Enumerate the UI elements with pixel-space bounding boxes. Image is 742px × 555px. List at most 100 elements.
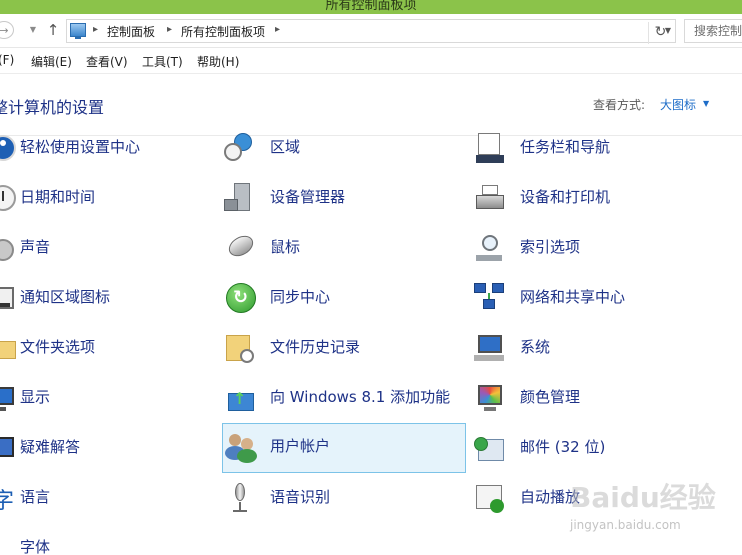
item-region[interactable]: 区域	[222, 125, 466, 173]
item-label: 设备和打印机	[520, 188, 611, 206]
item-speech-recognition[interactable]: 语音识别	[222, 475, 466, 523]
back-arrow-icon[interactable]: →	[0, 21, 14, 39]
sync-center-icon: ↻	[224, 283, 256, 315]
item-devices-printers[interactable]: 设备和打印机	[472, 175, 742, 223]
item-color-management[interactable]: 颜色管理	[472, 375, 742, 423]
menu-bar: (F) 编辑(E) 查看(V) 工具(T) 帮助(H)	[0, 48, 742, 74]
file-history-icon	[224, 333, 256, 365]
mail-icon	[474, 433, 506, 465]
up-arrow-icon[interactable]: ↑	[44, 21, 62, 39]
title-bar: 所有控制面板项	[0, 0, 742, 14]
item-label: 索引选项	[520, 238, 581, 256]
item-fonts[interactable]: 字体	[0, 525, 216, 555]
item-add-features[interactable]: ↑ 向 Windows 8.1 添加功能	[222, 375, 466, 423]
item-network-sharing[interactable]: 网络和共享中心	[472, 275, 742, 323]
breadcrumb-separator-icon[interactable]: ▸	[275, 24, 280, 35]
breadcrumb-separator-icon[interactable]: ▸	[167, 24, 172, 35]
indexing-icon	[474, 233, 506, 265]
autoplay-icon	[474, 483, 506, 515]
fonts-icon	[0, 533, 20, 555]
item-mail[interactable]: 邮件 (32 位)	[472, 425, 742, 473]
item-sync-center[interactable]: ↻ 同步中心	[222, 275, 466, 323]
item-display[interactable]: 显示	[0, 375, 216, 423]
item-user-accounts[interactable]: 用户帐户	[222, 423, 466, 473]
item-label: 字体	[20, 538, 51, 555]
item-label: 文件历史记录	[270, 338, 361, 356]
device-manager-icon	[224, 183, 256, 215]
page-title: 整计算机的设置	[0, 98, 105, 117]
item-system[interactable]: 系统	[472, 325, 742, 373]
item-mouse[interactable]: 鼠标	[222, 225, 466, 273]
item-label: 系统	[520, 338, 551, 356]
item-date-time[interactable]: 日期和时间	[0, 175, 216, 223]
item-label: 声音	[20, 238, 51, 256]
item-label: 设备管理器	[270, 188, 346, 206]
item-indexing-options[interactable]: 索引选项	[472, 225, 742, 273]
item-device-manager[interactable]: 设备管理器	[222, 175, 466, 223]
item-label: 通知区域图标	[20, 288, 111, 306]
breadcrumb-separator-icon[interactable]: ▸	[93, 24, 98, 35]
item-label: 同步中心	[270, 288, 331, 306]
item-ease-of-access[interactable]: 轻松使用设置中心	[0, 125, 216, 173]
item-language[interactable]: 字 语言	[0, 475, 216, 523]
menu-view[interactable]: 查看(V)	[86, 53, 128, 70]
display-icon	[0, 383, 20, 415]
item-label: 日期和时间	[20, 188, 96, 206]
mouse-icon	[224, 231, 257, 265]
troubleshooting-icon	[0, 433, 20, 465]
address-bar[interactable]: ▸ 控制面板 ▸ 所有控制面板项 ▸ ▼	[66, 19, 676, 43]
item-sound[interactable]: 声音	[0, 225, 216, 273]
search-input[interactable]	[685, 20, 742, 42]
item-label: 任务栏和导航	[520, 138, 611, 156]
item-notification-area[interactable]: 通知区域图标	[0, 275, 216, 323]
item-label: 显示	[20, 388, 51, 406]
item-label: 语言	[20, 488, 51, 506]
user-accounts-icon	[225, 432, 257, 464]
item-taskbar-navigation[interactable]: 任务栏和导航	[472, 125, 742, 173]
item-folder-options[interactable]: 文件夹选项	[0, 325, 216, 373]
search-box[interactable]	[684, 19, 742, 43]
item-label: 疑难解答	[20, 438, 81, 456]
sound-icon	[0, 233, 20, 265]
item-troubleshooting[interactable]: 疑难解答	[0, 425, 216, 473]
item-label: 鼠标	[270, 238, 301, 256]
view-by-dropdown[interactable]: 大图标	[660, 96, 696, 113]
item-label: 网络和共享中心	[520, 288, 626, 306]
item-file-history[interactable]: 文件历史记录	[222, 325, 466, 373]
watermark-url: jingyan.baidu.com	[570, 518, 681, 532]
speech-recognition-icon	[224, 483, 256, 515]
item-label: 语音识别	[270, 488, 331, 506]
menu-tools[interactable]: 工具(T)	[142, 53, 183, 70]
ease-of-access-icon	[0, 133, 20, 165]
view-by-label: 查看方式:	[593, 98, 646, 112]
item-label: 颜色管理	[520, 388, 581, 406]
item-label: 向 Windows 8.1 添加功能	[270, 388, 451, 406]
breadcrumb-all-items[interactable]: 所有控制面板项	[181, 23, 265, 40]
date-time-icon	[0, 183, 20, 215]
system-icon	[474, 333, 506, 365]
printer-icon	[474, 183, 506, 215]
watermark: Baidu经验 jingyan.baidu.com	[570, 472, 742, 542]
item-label: 区域	[270, 138, 301, 156]
window-title: 所有控制面板项	[325, 0, 417, 13]
item-label: 文件夹选项	[20, 338, 96, 356]
item-label: 邮件 (32 位)	[520, 438, 606, 456]
menu-file[interactable]: (F)	[0, 53, 14, 67]
folder-options-icon	[0, 333, 20, 365]
menu-help[interactable]: 帮助(H)	[197, 53, 239, 70]
item-label: 用户帐户	[270, 437, 331, 455]
control-panel-icon	[70, 23, 86, 39]
breadcrumb-control-panel[interactable]: 控制面板	[107, 23, 155, 40]
recent-locations-chevron-icon[interactable]: ▼	[24, 21, 42, 39]
view-by-chevron-icon[interactable]: ▼	[703, 99, 709, 108]
color-management-icon	[474, 383, 506, 415]
menu-edit[interactable]: 编辑(E)	[31, 53, 72, 70]
watermark-logo: Baidu经验	[570, 481, 716, 514]
item-label: 轻松使用设置中心	[20, 138, 141, 156]
language-icon: 字	[0, 489, 15, 514]
notification-area-icon	[0, 283, 20, 315]
taskbar-icon	[474, 133, 506, 165]
refresh-icon[interactable]: ↻	[648, 22, 672, 44]
add-features-icon: ↑	[224, 383, 256, 415]
navigation-bar: → ▼ ↑ ▸ 控制面板 ▸ 所有控制面板项 ▸ ▼ ↻	[0, 14, 742, 48]
